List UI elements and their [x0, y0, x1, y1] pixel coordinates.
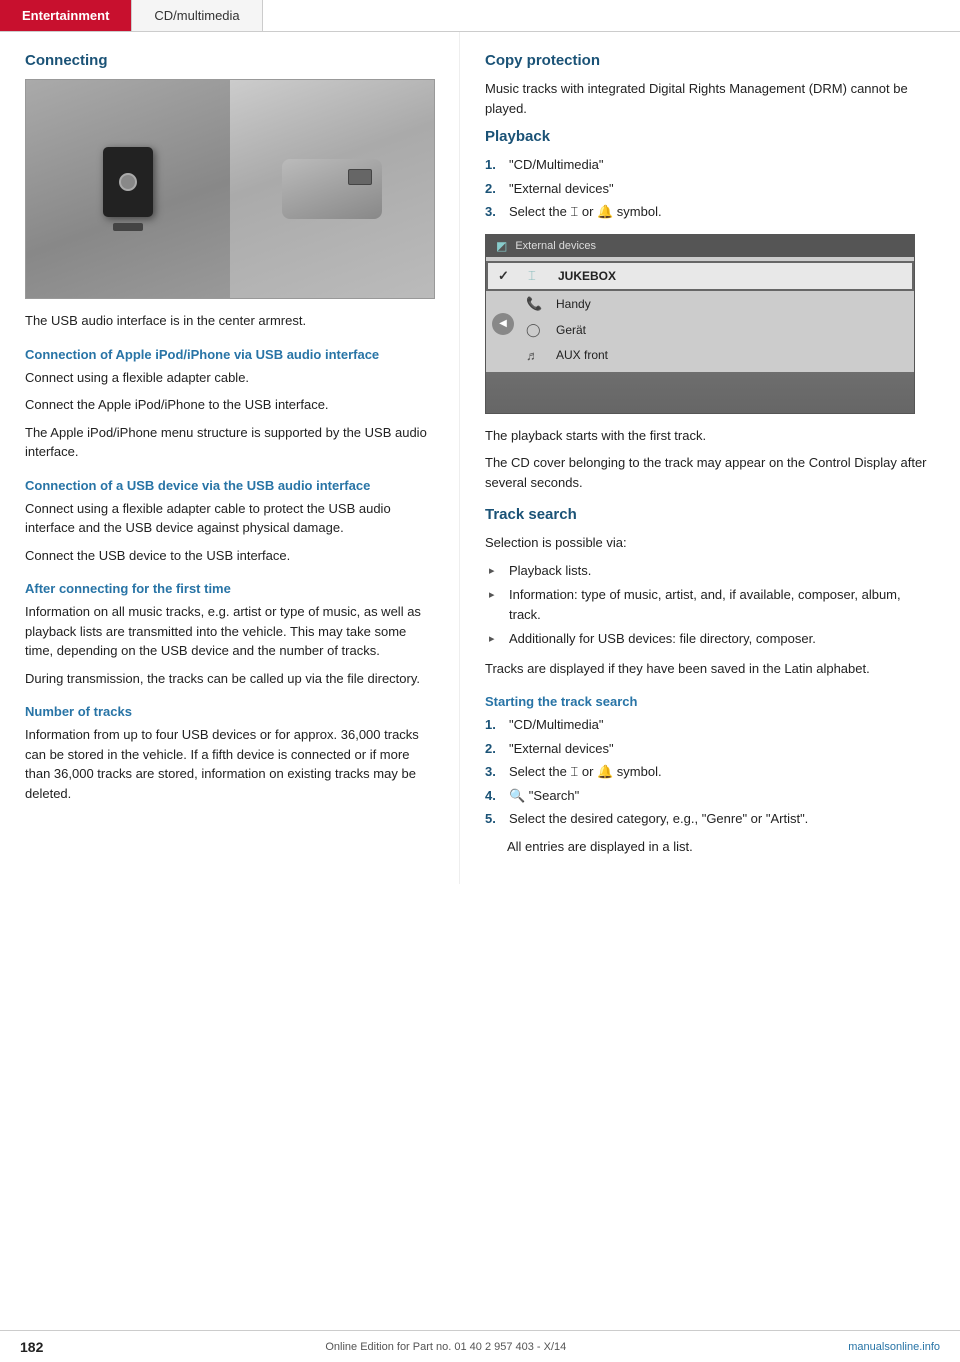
playback-title: Playback [485, 128, 935, 145]
geraet-label: Gerät [556, 323, 904, 337]
usb-device-p1: Connect using a flexible adapter cable t… [25, 499, 434, 538]
check-icon: ✓ [498, 268, 518, 284]
screen-row-aux: ♬ AUX front [486, 343, 914, 368]
geraet-icon: ◯ [526, 322, 546, 338]
usb-device-image-left [26, 80, 230, 298]
playback-cd-cover: The CD cover belonging to the track may … [485, 453, 935, 492]
screen-header-icon: ◩ [496, 239, 507, 253]
starting-step-3: 3. Select the ⌶ or 🔔 symbol. [485, 762, 935, 782]
screen-row-jukebox: ✓ ⌶ JUKEBOX [486, 261, 914, 291]
apple-ipod-p1: Connect using a flexible adapter cable. [25, 368, 434, 388]
track-bullet-2: ▸ Information: type of music, artist, an… [485, 585, 935, 624]
header-tabs: Entertainment CD/multimedia [0, 0, 960, 32]
page-number: 182 [20, 1339, 43, 1355]
screen-nav-arrow-left: ◀ [492, 313, 514, 335]
bullet-arrow-3: ▸ [489, 631, 501, 649]
number-of-tracks-p1: Information from up to four USB devices … [25, 725, 434, 803]
track-search-bullets: ▸ Playback lists. ▸ Information: type of… [485, 561, 935, 649]
main-content: Connecting [0, 32, 960, 884]
footer-site-link: manualsonline.info [848, 1341, 940, 1353]
starting-step-4: 4. 🔍 "Search" [485, 786, 935, 806]
playback-step-2: 2. "External devices" [485, 179, 935, 199]
right-column: Copy protection Music tracks with integr… [460, 32, 960, 884]
copy-protection-p1: Music tracks with integrated Digital Rig… [485, 79, 935, 118]
screen-rows-container: ✓ ⌶ JUKEBOX 📞 Handy ◯ Gerät [486, 257, 914, 372]
handy-spacer [496, 296, 516, 311]
track-search-intro: Selection is possible via: [485, 533, 935, 553]
usb-device-title: Connection of a USB device via the USB a… [25, 478, 434, 493]
connecting-para1: The USB audio interface is in the center… [25, 311, 434, 331]
screen-row-geraet: ◯ Gerät [486, 317, 914, 343]
screen-row-handy: 📞 Handy [486, 291, 914, 317]
apple-ipod-p3: The Apple iPod/iPhone menu structure is … [25, 423, 434, 462]
footer: 182 Online Edition for Part no. 01 40 2 … [0, 1330, 960, 1362]
bullet-arrow-2: ▸ [489, 587, 501, 624]
aux-label: AUX front [556, 348, 904, 362]
track-bullet-1: ▸ Playback lists. [485, 561, 935, 581]
usb-image [25, 79, 435, 299]
playback-step-3: 3. Select the ⌶ or 🔔 symbol. [485, 202, 935, 222]
handy-label: Handy [556, 297, 904, 311]
starting-all-entries: All entries are displayed in a list. [485, 837, 935, 857]
connecting-title: Connecting [25, 52, 434, 69]
starting-step-2: 2. "External devices" [485, 739, 935, 759]
playback-steps-list: 1. "CD/Multimedia" 2. "External devices"… [485, 155, 935, 222]
external-devices-screen: ◩ External devices ✓ ⌶ JUKEBOX 📞 Handy [485, 234, 915, 414]
tab-entertainment[interactable]: Entertainment [0, 0, 132, 31]
after-connecting-title: After connecting for the first time [25, 581, 434, 596]
apple-ipod-title: Connection of Apple iPod/iPhone via USB … [25, 347, 434, 362]
starting-step-5: 5. Select the desired category, e.g., "G… [485, 809, 935, 829]
after-connecting-p2: During transmission, the tracks can be c… [25, 669, 434, 689]
footer-edition-text: Online Edition for Part no. 01 40 2 957 … [325, 1341, 566, 1353]
number-of-tracks-title: Number of tracks [25, 704, 434, 719]
track-latin-alphabet: Tracks are displayed if they have been s… [485, 659, 935, 679]
aux-icon: ♬ [526, 348, 546, 363]
aux-spacer [496, 348, 516, 363]
usb-device-p2: Connect the USB device to the USB interf… [25, 546, 434, 566]
screen-header-bar: ◩ External devices [486, 235, 914, 257]
starting-track-search-title: Starting the track search [485, 694, 935, 709]
apple-ipod-p2: Connect the Apple iPod/iPhone to the USB… [25, 395, 434, 415]
left-column: Connecting [0, 32, 460, 884]
playback-first-track: The playback starts with the first track… [485, 426, 935, 446]
copy-protection-title: Copy protection [485, 52, 935, 69]
starting-step-1: 1. "CD/Multimedia" [485, 715, 935, 735]
usb-armrest-image-right [230, 80, 434, 298]
bullet-arrow-1: ▸ [489, 563, 501, 581]
track-bullet-3: ▸ Additionally for USB devices: file dir… [485, 629, 935, 649]
track-search-title: Track search [485, 506, 935, 523]
screen-header-title: External devices [515, 240, 596, 252]
playback-step-1: 1. "CD/Multimedia" [485, 155, 935, 175]
after-connecting-p1: Information on all music tracks, e.g. ar… [25, 602, 434, 661]
jukebox-icon: ⌶ [528, 268, 548, 284]
tab-cd-multimedia[interactable]: CD/multimedia [132, 0, 262, 31]
handy-icon: 📞 [526, 296, 546, 312]
jukebox-label: JUKEBOX [558, 269, 902, 283]
starting-steps-list: 1. "CD/Multimedia" 2. "External devices"… [485, 715, 935, 829]
